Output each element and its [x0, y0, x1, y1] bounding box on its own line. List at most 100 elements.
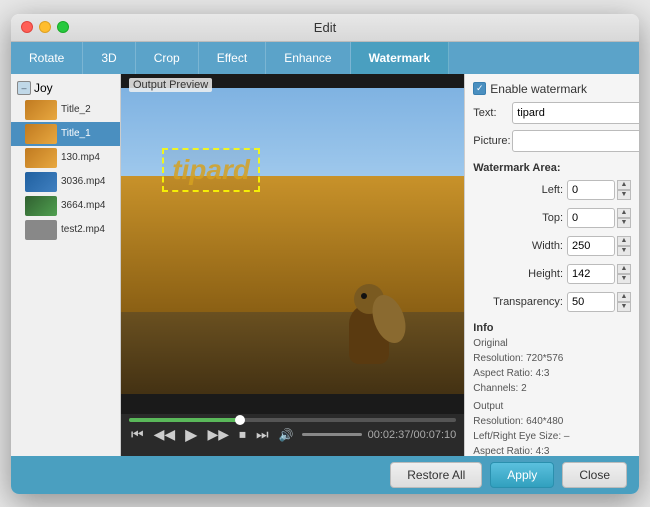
tab-watermark[interactable]: Watermark — [351, 42, 450, 74]
left-spinner: ▲ ▼ — [617, 180, 631, 200]
fastforward-button[interactable]: ▶▶ — [205, 426, 231, 443]
main-window: Edit Rotate 3D Crop Effect Enhance Water… — [11, 14, 639, 494]
bottom-bar-video — [121, 394, 464, 414]
enable-watermark-checkbox[interactable]: ✓ — [473, 82, 486, 95]
width-spinner: ▲ ▼ — [617, 236, 631, 256]
left-spin-down[interactable]: ▼ — [617, 190, 631, 200]
tab-effect[interactable]: Effect — [199, 42, 266, 74]
tab-rotate[interactable]: Rotate — [11, 42, 83, 74]
sidebar-group-label: Joy — [34, 81, 53, 95]
preview-area: Output Preview — [121, 74, 639, 456]
height-label: Height: — [473, 268, 567, 280]
mid-bg — [121, 176, 464, 312]
original-label: Original — [473, 336, 631, 351]
height-spin-down[interactable]: ▼ — [617, 274, 631, 284]
height-spinner: ▲ ▼ — [617, 264, 631, 284]
video-controls: ⏮ ◀◀ ▶ ▶▶ ⏹ ⏭ 🔊 00:02:37/00:07:10 — [121, 414, 464, 456]
watermark-text-input[interactable] — [512, 102, 639, 124]
sidebar-item-title2[interactable]: Title_2 — [11, 98, 120, 122]
picture-path-input[interactable] — [512, 130, 639, 152]
out-aspect-row: Aspect Ratio: 4:3 — [473, 444, 631, 456]
collapse-icon[interactable]: – — [17, 81, 31, 95]
sidebar-label-3036: 3036.mp4 — [61, 176, 105, 187]
width-input[interactable] — [567, 236, 615, 256]
volume-icon[interactable]: 🔊 — [277, 428, 296, 442]
enable-watermark-row: ✓ Enable watermark — [473, 82, 631, 96]
width-label: Width: — [473, 240, 567, 252]
top-label: Top: — [473, 212, 567, 224]
top-row: Top: ▲ ▼ — [473, 208, 631, 228]
thumb-title1 — [25, 124, 57, 144]
bottom-bar: Restore All Apply Close — [11, 456, 639, 494]
sidebar: – Joy Title_2 Title_1 130.mp4 3036.mp4 — [11, 74, 121, 456]
maximize-window-button[interactable] — [57, 21, 69, 33]
sidebar-group-joy[interactable]: – Joy — [11, 78, 120, 98]
sidebar-item-3036[interactable]: 3036.mp4 — [11, 170, 120, 194]
height-input[interactable] — [567, 264, 615, 284]
tab-3d[interactable]: 3D — [83, 42, 135, 74]
thumb-130 — [25, 148, 57, 168]
close-button[interactable]: Close — [562, 462, 627, 488]
video-container[interactable]: tipard — [121, 74, 464, 414]
sidebar-item-130[interactable]: 130.mp4 — [11, 146, 120, 170]
transparency-spinner: ▲ ▼ — [617, 292, 631, 312]
squirrel-figure — [334, 274, 404, 364]
traffic-lights — [21, 21, 69, 33]
transparency-label: Transparency: — [473, 296, 567, 308]
progress-bar[interactable] — [129, 418, 456, 422]
channels-row: Channels: 2 — [473, 381, 631, 396]
left-spin-up[interactable]: ▲ — [617, 180, 631, 190]
thumb-title2 — [25, 100, 57, 120]
watermark-area-title: Watermark Area: — [473, 162, 631, 174]
tab-crop[interactable]: Crop — [136, 42, 199, 74]
controls-row: ⏮ ◀◀ ▶ ▶▶ ⏹ ⏭ 🔊 00:02:37/00:07:10 — [129, 425, 456, 445]
prev-button[interactable]: ⏮ — [129, 426, 146, 443]
next-button[interactable]: ⏭ — [254, 426, 271, 443]
text-field-label: Text: — [473, 107, 508, 119]
thumb-test2 — [25, 220, 57, 240]
width-spin-up[interactable]: ▲ — [617, 236, 631, 246]
thumb-3664 — [25, 196, 57, 216]
width-row: Width: ▲ ▼ — [473, 236, 631, 256]
apply-button[interactable]: Apply — [490, 462, 554, 488]
video-panel: Output Preview — [121, 74, 464, 456]
trans-spin-down[interactable]: ▼ — [617, 302, 631, 312]
title-bar: Edit — [11, 14, 639, 42]
stop-button[interactable]: ⏹ — [237, 426, 248, 443]
picture-field-label: Picture: — [473, 135, 508, 147]
rewind-button[interactable]: ◀◀ — [152, 426, 178, 443]
volume-slider[interactable] — [302, 433, 362, 436]
left-label: Left: — [473, 184, 567, 196]
play-button[interactable]: ▶ — [183, 425, 199, 445]
top-spinner: ▲ ▼ — [617, 208, 631, 228]
out-resolution-row: Resolution: 640*480 — [473, 414, 631, 429]
left-row: Left: ▲ ▼ — [473, 180, 631, 200]
sidebar-label-test2: test2.mp4 — [61, 224, 105, 235]
height-spin-up[interactable]: ▲ — [617, 264, 631, 274]
trans-spin-up[interactable]: ▲ — [617, 292, 631, 302]
video-background: tipard — [121, 74, 464, 414]
progress-thumb[interactable] — [235, 415, 245, 425]
sidebar-label-title1: Title_1 — [61, 128, 91, 139]
sidebar-item-3664[interactable]: 3664.mp4 — [11, 194, 120, 218]
tabs-bar: Rotate 3D Crop Effect Enhance Watermark — [11, 42, 639, 74]
sidebar-label-title2: Title_2 — [61, 104, 91, 115]
minimize-window-button[interactable] — [39, 21, 51, 33]
sidebar-item-title1[interactable]: Title_1 — [11, 122, 120, 146]
right-panel: ✓ Enable watermark Text: T 🖼 Picture: — [464, 74, 639, 456]
sidebar-item-test2[interactable]: test2.mp4 — [11, 218, 120, 242]
top-spin-down[interactable]: ▼ — [617, 218, 631, 228]
restore-all-button[interactable]: Restore All — [390, 462, 482, 488]
output-label: Output — [473, 399, 631, 414]
top-input[interactable] — [567, 208, 615, 228]
top-spin-up[interactable]: ▲ — [617, 208, 631, 218]
transparency-input[interactable] — [567, 292, 615, 312]
sidebar-label-130: 130.mp4 — [61, 152, 100, 163]
tab-enhance[interactable]: Enhance — [266, 42, 350, 74]
width-spin-down[interactable]: ▼ — [617, 246, 631, 256]
left-input[interactable] — [567, 180, 615, 200]
close-window-button[interactable] — [21, 21, 33, 33]
transparency-row: Transparency: ▲ ▼ — [473, 292, 631, 312]
main-area: Output Preview — [121, 74, 639, 456]
time-display: 00:02:37/00:07:10 — [368, 429, 457, 441]
